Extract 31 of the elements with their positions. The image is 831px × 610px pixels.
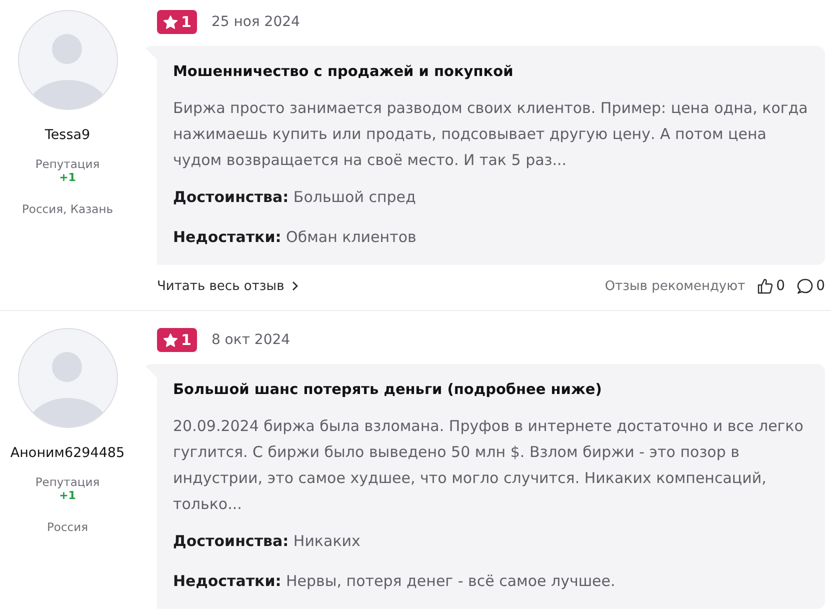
review-date: 25 ноя 2024 bbox=[211, 14, 300, 30]
star-icon bbox=[163, 14, 178, 30]
reputation-value: +1 bbox=[59, 489, 76, 503]
review-text: 20.09.2024 биржа была взломана. Пруфов в интернете достаточно и все легко гуглится. С биржи было выведено 50 млн $. Взлом биржи - это позор в индустрии, это самое худшее, что могло случится. Никаких компенсаций, только... bbox=[173, 416, 804, 515]
location: Россия, Казань bbox=[22, 202, 113, 216]
location: Россия bbox=[46, 520, 88, 534]
reputation-value: +1 bbox=[59, 171, 76, 185]
star-icon bbox=[163, 332, 178, 348]
review-title: Мошенничество с продажей и покупкой bbox=[173, 63, 514, 82]
review-title: Большой шанс потерять деньги (подробнее ниже) bbox=[173, 381, 603, 400]
username: Tessa9 bbox=[44, 126, 90, 145]
review-text: Биржа просто занимается разводом своих клиентов. Пример: цена одна, когда нажимаешь купить или продать, подсовывает другую цену. А потом цена чудом возвращается на своё место. И так 5 раз... bbox=[173, 98, 809, 171]
chevron-icon bbox=[292, 281, 298, 291]
review-date: 8 окт 2024 bbox=[211, 332, 290, 348]
username: Аноним6294485 bbox=[10, 444, 125, 463]
comment-icon bbox=[797, 278, 814, 294]
comments-button[interactable]: 0 bbox=[797, 278, 825, 294]
reputation-label: Репутация bbox=[35, 475, 100, 489]
rating-value: 1 bbox=[181, 12, 192, 33]
recommend-label: Отзыв рекомендуют bbox=[604, 278, 746, 294]
pros-text: Достоинства: Большой спред bbox=[173, 187, 417, 208]
avatar-icon bbox=[18, 10, 118, 110]
like-button[interactable]: 0 bbox=[757, 278, 786, 294]
cons-text: Недостатки: Нервы, потеря денег - всё самое лучшее. bbox=[173, 571, 616, 592]
rating-value: 1 bbox=[181, 330, 192, 351]
avatar-icon bbox=[18, 328, 118, 428]
pros-text: Достоинства: Никаких bbox=[173, 531, 362, 552]
cons-text: Недостатки: Обман клиентов bbox=[173, 227, 418, 248]
reputation-label: Репутация bbox=[35, 157, 100, 171]
read-more-link[interactable]: Читать весь отзыв bbox=[157, 278, 298, 294]
thumbs-up-icon bbox=[757, 278, 774, 294]
